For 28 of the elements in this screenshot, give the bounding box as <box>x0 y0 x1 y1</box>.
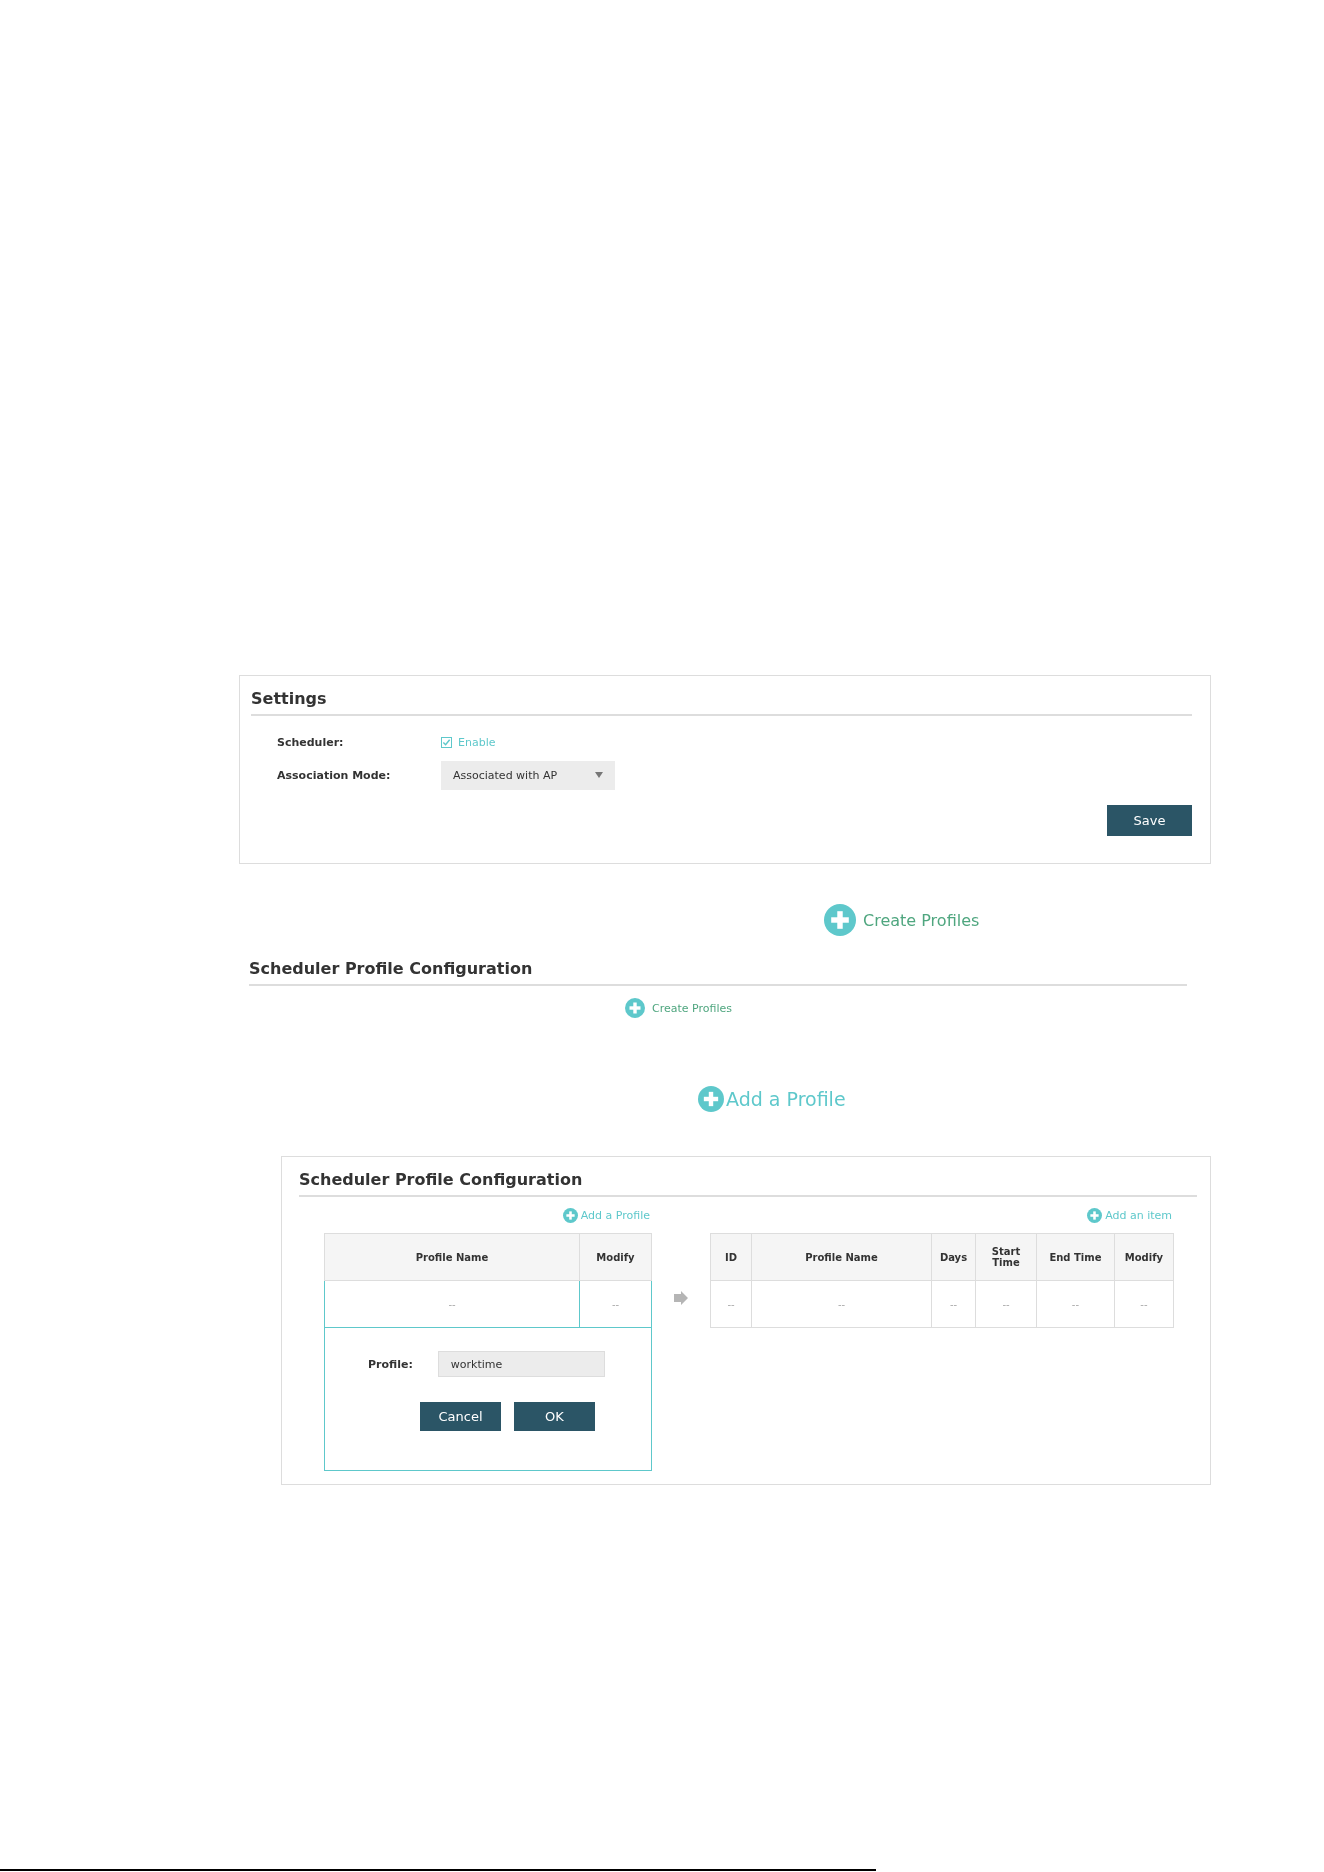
panel-title: Scheduler Profile Configuration <box>299 1169 584 1191</box>
profile-name-field[interactable]: worktime <box>437 1351 605 1377</box>
column-header: Modify <box>1114 1233 1174 1281</box>
checkbox-label: Enable <box>458 735 496 749</box>
field-label: Association Mode: <box>277 768 392 782</box>
table-cell: -- <box>579 1280 652 1328</box>
ok-button[interactable]: OK <box>514 1402 595 1431</box>
association-mode-dropdown[interactable]: Associated with AP <box>441 760 615 790</box>
table-cell: -- <box>710 1280 752 1328</box>
table-cell: -- <box>931 1280 976 1328</box>
table-cell: -- <box>751 1280 932 1328</box>
table-cell: -- <box>1114 1280 1174 1328</box>
table-cell: -- <box>975 1280 1037 1328</box>
table-cell: -- <box>324 1280 580 1328</box>
column-header: Profile Name <box>324 1233 580 1281</box>
section-title: Scheduler Profile Configuration <box>249 958 534 980</box>
field-label: Scheduler: <box>277 735 345 749</box>
cancel-button[interactable]: Cancel <box>420 1402 501 1431</box>
column-header: Modify <box>579 1233 652 1281</box>
column-header: Start Time <box>975 1233 1037 1281</box>
column-header: ID <box>710 1233 752 1281</box>
table-cell: -- <box>1036 1280 1115 1328</box>
column-header: Profile Name <box>751 1233 932 1281</box>
field-label: Profile: <box>368 1357 413 1371</box>
column-header: End Time <box>1036 1233 1115 1281</box>
panel-title: Settings <box>251 688 328 710</box>
column-header: Days <box>931 1233 976 1281</box>
save-button[interactable]: Save <box>1107 805 1192 836</box>
